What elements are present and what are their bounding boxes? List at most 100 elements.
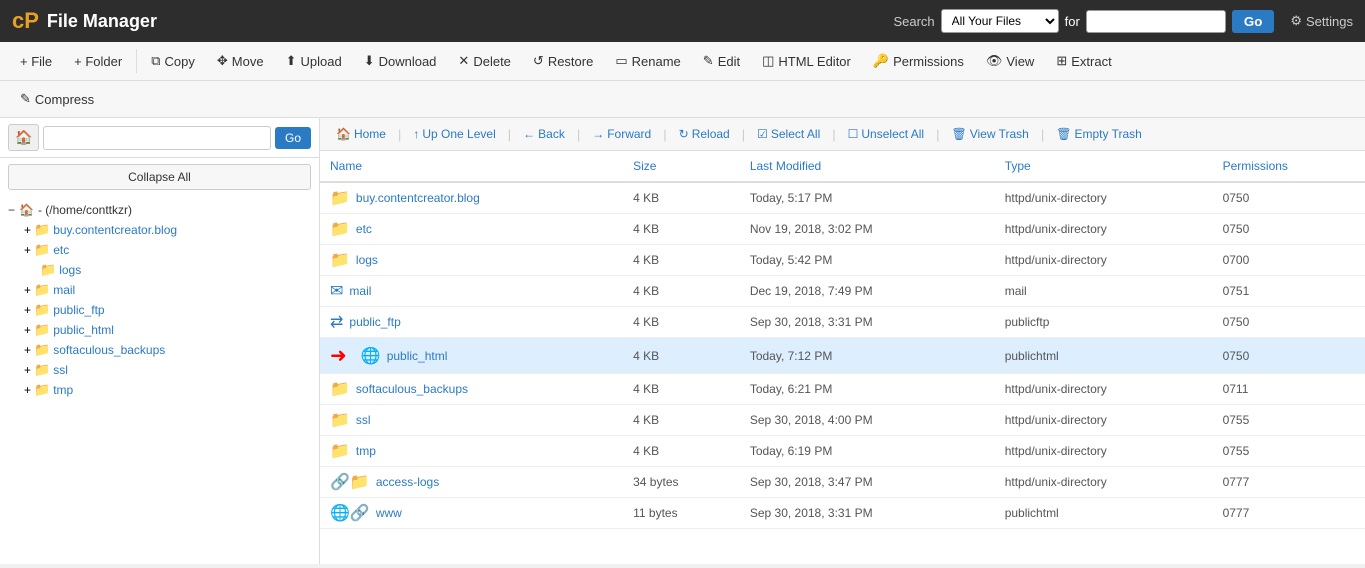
search-scope-select[interactable]: All Your Files Public HTML Home Director… — [941, 9, 1059, 33]
for-label: for — [1065, 14, 1080, 29]
nav-empty-trash-button[interactable]: 🗑 Empty Trash — [1048, 123, 1150, 145]
file-link[interactable]: public_html — [387, 349, 448, 363]
search-label: Search — [893, 14, 934, 29]
nav-home-button[interactable]: 🏠 Home — [328, 123, 394, 145]
tree-item-buy[interactable]: + 📁 buy.contentcreator.blog — [24, 220, 311, 240]
delete-button[interactable]: ✕ Delete — [448, 48, 520, 74]
nav-select-all-button[interactable]: ☑ Select All — [749, 123, 828, 145]
table-row[interactable]: 📁 softaculous_backups 4 KB Today, 6:21 P… — [320, 374, 1365, 405]
sidebar-home-button[interactable]: 🏠 — [8, 124, 39, 151]
table-row[interactable]: 📁 buy.contentcreator.blog 4 KB Today, 5:… — [320, 182, 1365, 214]
tree-link-etc[interactable]: etc — [53, 243, 69, 257]
tree-item-ssl[interactable]: + 📁 ssl — [24, 360, 311, 380]
table-row[interactable]: 📁 logs 4 KB Today, 5:42 PM httpd/unix-di… — [320, 245, 1365, 276]
gear-icon: ⚙ — [1290, 13, 1302, 29]
download-button[interactable]: ⬇ Download — [354, 48, 447, 74]
nav-view-trash-button[interactable]: 🗑 View Trash — [943, 123, 1036, 145]
sidebar-go-button[interactable]: Go — [275, 127, 311, 149]
tree-item-tmp[interactable]: + 📁 tmp — [24, 380, 311, 400]
extract-button[interactable]: ⊞ Extract — [1046, 48, 1121, 74]
file-link[interactable]: buy.contentcreator.blog — [356, 191, 480, 205]
table-row[interactable]: ✉ mail 4 KB Dec 19, 2018, 7:49 PM mail 0… — [320, 276, 1365, 307]
file-link[interactable]: mail — [349, 284, 371, 298]
table-row[interactable]: ➜ 🌐 public_html 4 KB Today, 7:12 PM publ… — [320, 338, 1365, 374]
sidebar: 🏠 Go Collapse All − 🏠 - (/home/conttkzr)… — [0, 118, 320, 564]
folder-icon: 📁 — [34, 362, 50, 378]
table-row[interactable]: ⇄ public_ftp 4 KB Sep 30, 2018, 3:31 PM … — [320, 307, 1365, 338]
tree-item-mail[interactable]: + 📁 mail — [24, 280, 311, 300]
nav-up-level-button[interactable]: ↑ Up One Level — [405, 123, 503, 145]
tree-item-public-html[interactable]: + 📁 public_html — [24, 320, 311, 340]
empty-trash-icon: 🗑 — [1056, 127, 1071, 141]
table-row[interactable]: 🌐🔗 www 11 bytes Sep 30, 2018, 3:31 PM pu… — [320, 498, 1365, 529]
tree-link-buy[interactable]: buy.contentcreator.blog — [53, 223, 177, 237]
table-row[interactable]: 📁 etc 4 KB Nov 19, 2018, 3:02 PM httpd/u… — [320, 214, 1365, 245]
plus-icon: + — [24, 283, 31, 297]
file-name-cell: 📁 etc — [320, 214, 623, 245]
tree-link-public-ftp[interactable]: public_ftp — [53, 303, 104, 317]
permissions-button[interactable]: 🔑 Permissions — [863, 48, 974, 74]
file-size: 4 KB — [623, 436, 740, 467]
folder-icon: 📁 — [34, 382, 50, 398]
tree-link-public-html[interactable]: public_html — [53, 323, 114, 337]
col-size-header[interactable]: Size — [623, 151, 740, 182]
tree-sub-etc: 📁 logs — [40, 260, 311, 280]
tree-item-softaculous[interactable]: + 📁 softaculous_backups — [24, 340, 311, 360]
tree-item-logs[interactable]: 📁 logs — [40, 260, 311, 280]
file-modified: Sep 30, 2018, 4:00 PM — [740, 405, 995, 436]
settings-button[interactable]: ⚙ Settings — [1290, 13, 1353, 29]
file-type: httpd/unix-directory — [995, 405, 1213, 436]
file-table: Name Size Last Modified Type Permissions… — [320, 151, 1365, 529]
new-folder-button[interactable]: + Folder — [64, 49, 132, 74]
tree-link-softaculous[interactable]: softaculous_backups — [53, 343, 165, 357]
table-row[interactable]: 📁 tmp 4 KB Today, 6:19 PM httpd/unix-dir… — [320, 436, 1365, 467]
file-link[interactable]: www — [376, 506, 402, 520]
nav-back-button[interactable]: ← Back — [515, 123, 573, 145]
file-modified: Nov 19, 2018, 3:02 PM — [740, 214, 995, 245]
file-link[interactable]: logs — [356, 253, 378, 267]
reload-icon: ↻ — [679, 127, 689, 141]
col-type-header[interactable]: Type — [995, 151, 1213, 182]
file-link[interactable]: etc — [356, 222, 372, 236]
rename-button[interactable]: ▭ Rename — [605, 48, 690, 74]
search-input[interactable] — [1086, 10, 1226, 33]
nav-sep: | — [398, 127, 401, 142]
table-row[interactable]: 🔗📁 access-logs 34 bytes Sep 30, 2018, 3:… — [320, 467, 1365, 498]
restore-button[interactable]: ↺ Restore — [523, 48, 603, 74]
html-editor-button[interactable]: ◫ HTML Editor — [752, 48, 861, 74]
tree-link-logs[interactable]: logs — [59, 263, 81, 277]
nav-unselect-all-button[interactable]: ☐ Unselect All — [840, 123, 932, 145]
tree-item-public-ftp[interactable]: + 📁 public_ftp — [24, 300, 311, 320]
col-modified-header[interactable]: Last Modified — [740, 151, 995, 182]
collapse-all-button[interactable]: Collapse All — [8, 164, 311, 190]
tree-link-mail[interactable]: mail — [53, 283, 75, 297]
search-go-button[interactable]: Go — [1232, 10, 1275, 33]
nav-sep: | — [1041, 127, 1044, 142]
copy-button[interactable]: ⧉ Copy — [141, 48, 205, 74]
red-arrow: ➜ — [330, 343, 347, 368]
file-link[interactable]: softaculous_backups — [356, 382, 468, 396]
nav-sep: | — [577, 127, 580, 142]
tree-item-etc[interactable]: + 📁 etc — [24, 240, 311, 260]
table-row[interactable]: 📁 ssl 4 KB Sep 30, 2018, 4:00 PM httpd/u… — [320, 405, 1365, 436]
move-icon: ✥ — [217, 53, 228, 69]
file-link[interactable]: public_ftp — [349, 315, 400, 329]
nav-reload-button[interactable]: ↻ Reload — [671, 123, 738, 145]
compress-button[interactable]: ✎ Compress — [10, 86, 104, 112]
tree-link-tmp[interactable]: tmp — [53, 383, 73, 397]
col-name-header[interactable]: Name — [320, 151, 623, 182]
file-link[interactable]: ssl — [356, 413, 371, 427]
upload-button[interactable]: ⬆ Upload — [276, 48, 352, 74]
col-perms-header[interactable]: Permissions — [1213, 151, 1365, 182]
edit-button[interactable]: ✎ Edit — [693, 48, 750, 74]
nav-forward-button[interactable]: → Forward — [584, 123, 659, 145]
plus-icon: + — [24, 323, 31, 337]
file-link[interactable]: tmp — [356, 444, 376, 458]
move-button[interactable]: ✥ Move — [207, 48, 274, 74]
new-file-button[interactable]: + File — [10, 49, 62, 74]
tree-link-ssl[interactable]: ssl — [53, 363, 68, 377]
view-button[interactable]: 👁 View — [976, 48, 1044, 74]
back-icon: ← — [523, 127, 535, 141]
sidebar-path-input[interactable] — [43, 126, 271, 150]
file-link[interactable]: access-logs — [376, 475, 439, 489]
